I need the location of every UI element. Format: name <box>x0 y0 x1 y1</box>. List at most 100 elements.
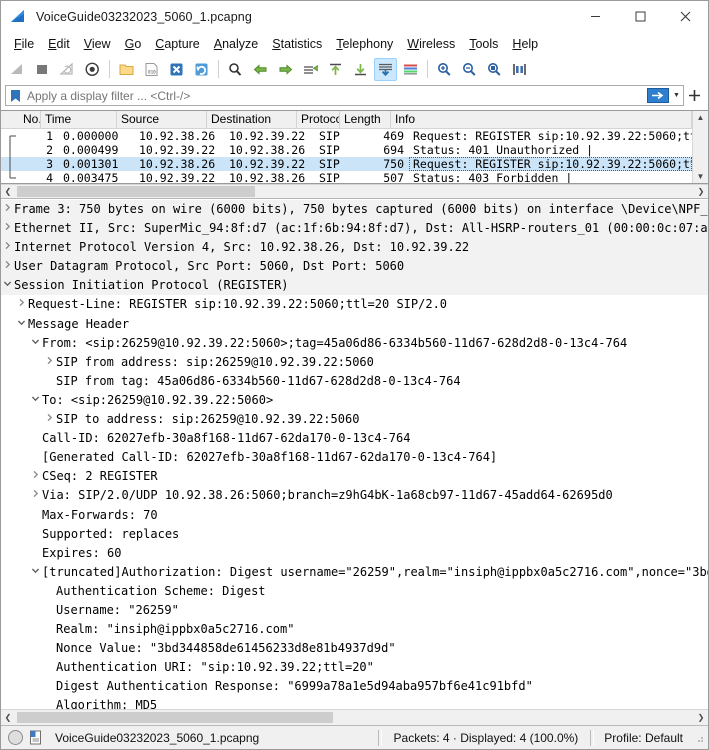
chevron-right-icon[interactable] <box>1 238 14 257</box>
detail-tree-item[interactable]: To: <sip:26259@10.92.39.22:5060> <box>1 391 708 410</box>
detail-tree-item[interactable]: Frame 3: 750 bytes on wire (6000 bits), … <box>1 200 708 220</box>
scroll-up-icon[interactable]: ▲ <box>697 111 705 124</box>
reload-file-icon[interactable] <box>190 58 213 81</box>
chevron-right-icon[interactable] <box>1 219 14 238</box>
detail-tree-item[interactable]: Supported: replaces <box>1 525 708 544</box>
menu-item-edit[interactable]: Edit <box>41 34 77 55</box>
menu-item-view[interactable]: View <box>77 34 118 55</box>
chevron-down-icon[interactable] <box>29 334 42 353</box>
chevron-right-icon[interactable] <box>43 410 56 429</box>
column-header-destination[interactable]: Destination <box>207 111 297 128</box>
details-scroll-left-icon[interactable]: ❮ <box>1 713 15 722</box>
go-to-last-packet-icon[interactable] <box>349 58 372 81</box>
chevron-right-icon[interactable] <box>29 486 42 505</box>
detail-tree-item[interactable]: Nonce Value: "3bd344858de61456233d8e81b4… <box>1 639 708 658</box>
detail-tree-item[interactable]: Message Header <box>1 315 708 334</box>
chevron-down-icon[interactable] <box>29 391 42 410</box>
detail-tree-item[interactable]: Ethernet II, Src: SuperMic_94:8f:d7 (ac:… <box>1 219 708 239</box>
column-header-source[interactable]: Source <box>117 111 207 128</box>
minimize-button[interactable] <box>573 1 618 32</box>
column-header-no[interactable]: No. <box>19 111 41 128</box>
chevron-right-icon[interactable] <box>1 257 14 276</box>
detail-tree-item[interactable]: Digest Authentication Response: "6999a78… <box>1 677 708 696</box>
resize-columns-icon[interactable] <box>508 58 531 81</box>
status-profile[interactable]: Profile: Default <box>594 731 693 745</box>
detail-tree-item[interactable]: User Datagram Protocol, Src Port: 5060, … <box>1 257 708 277</box>
detail-tree-item[interactable]: Expires: 60 <box>1 544 708 563</box>
hscroll-thumb[interactable] <box>17 186 255 197</box>
details-hscroll-thumb[interactable] <box>17 712 333 723</box>
hscroll-track[interactable] <box>15 185 694 198</box>
chevron-right-icon[interactable] <box>1 200 14 219</box>
resize-grip-icon[interactable] <box>693 732 705 744</box>
menu-item-capture[interactable]: Capture <box>148 34 206 55</box>
detail-tree-item[interactable]: [Generated Call-ID: 62027efb-30a8f168-11… <box>1 448 708 467</box>
capture-options-icon[interactable] <box>81 58 104 81</box>
capture-comment-icon[interactable] <box>29 730 43 745</box>
close-button[interactable] <box>663 1 708 32</box>
column-header-protocol[interactable]: Protocol <box>297 111 340 128</box>
apply-filter-arrow-icon[interactable] <box>645 86 670 105</box>
scroll-down-icon[interactable]: ▼ <box>697 170 705 183</box>
go-forward-icon[interactable] <box>274 58 297 81</box>
scroll-right-icon[interactable]: ❯ <box>694 187 708 196</box>
detail-tree-item[interactable]: Max-Forwards: 70 <box>1 506 708 525</box>
details-hscroll-track[interactable] <box>15 711 694 724</box>
detail-tree-item[interactable]: Authentication URI: "sip:10.92.39.22;ttl… <box>1 658 708 677</box>
table-row[interactable]: 3 0.001301 10.92.38.26 10.92.39.22 SIP 750 Req… <box>1 157 692 171</box>
detail-tree-item[interactable]: Algorithm: MD5 <box>1 696 708 709</box>
chevron-right-icon[interactable] <box>15 295 28 314</box>
table-row[interactable]: 1 0.000000 10.92.38.26 10.92.39.22 SIP 469 Req… <box>1 129 692 143</box>
detail-tree-item[interactable]: From: <sip:26259@10.92.39.22:5060>;tag=4… <box>1 334 708 353</box>
menu-item-wireless[interactable]: Wireless <box>400 34 462 55</box>
detail-tree-item[interactable]: Request-Line: REGISTER sip:10.92.39.22:5… <box>1 295 708 314</box>
start-capture-icon[interactable] <box>6 58 29 81</box>
chevron-down-icon[interactable] <box>1 276 14 295</box>
detail-tree-item[interactable]: Username: "26259" <box>1 601 708 620</box>
menu-item-help[interactable]: Help <box>505 34 545 55</box>
scroll-left-icon[interactable]: ❮ <box>1 187 15 196</box>
colorize-packets-icon[interactable] <box>399 58 422 81</box>
detail-tree-item[interactable]: Call-ID: 62027efb-30a8f168-11d67-62da170… <box>1 429 708 448</box>
go-to-packet-icon[interactable] <box>299 58 322 81</box>
menu-item-tools[interactable]: Tools <box>462 34 505 55</box>
detail-tree-item[interactable]: SIP from tag: 45a06d86-6334b560-11d67-62… <box>1 372 708 391</box>
detail-tree-item[interactable]: SIP to address: sip:26259@10.92.39.22:50… <box>1 410 708 429</box>
go-to-first-packet-icon[interactable] <box>324 58 347 81</box>
add-filter-button-icon[interactable] <box>684 85 704 106</box>
zoom-reset-icon[interactable] <box>483 58 506 81</box>
menu-item-statistics[interactable]: Statistics <box>265 34 329 55</box>
chevron-down-icon[interactable] <box>29 563 42 582</box>
chevron-down-icon[interactable]: ▼ <box>670 86 683 105</box>
open-file-icon[interactable] <box>115 58 138 81</box>
menu-item-telephony[interactable]: Telephony <box>329 34 400 55</box>
chevron-down-icon[interactable] <box>15 315 28 334</box>
details-scroll-right-icon[interactable]: ❯ <box>694 713 708 722</box>
table-row[interactable]: 2 0.000499 10.92.39.22 10.92.38.26 SIP 694 Sta… <box>1 143 692 157</box>
save-file-icon[interactable]: 010 <box>140 58 163 81</box>
packet-list-scrollbar[interactable]: ▲ ▼ <box>692 111 708 183</box>
detail-tree-item[interactable]: Session Initiation Protocol (REGISTER) <box>1 276 708 296</box>
packet-list-hscrollbar[interactable]: ❮ ❯ <box>1 184 708 199</box>
detail-tree-item[interactable]: SIP from address: sip:26259@10.92.39.22:… <box>1 353 708 372</box>
column-header-time[interactable]: Time <box>41 111 117 128</box>
detail-tree-item[interactable]: Via: SIP/2.0/UDP 10.92.38.26:5060;branch… <box>1 486 708 505</box>
close-file-icon[interactable] <box>165 58 188 81</box>
find-packet-icon[interactable] <box>224 58 247 81</box>
auto-scroll-icon[interactable] <box>374 57 397 81</box>
restart-capture-icon[interactable] <box>56 58 79 81</box>
zoom-in-icon[interactable] <box>433 58 456 81</box>
detail-tree-item[interactable]: Realm: "insiph@ippbx0a5c2716.com" <box>1 620 708 639</box>
table-row[interactable]: 4 0.003475 10.92.39.22 10.92.38.26 SIP 507 Sta… <box>1 171 692 183</box>
detail-tree-item[interactable]: [truncated]Authorization: Digest usernam… <box>1 563 708 582</box>
column-header-info[interactable]: Info <box>391 111 692 128</box>
menu-item-analyze[interactable]: Analyze <box>207 34 265 55</box>
column-header-length[interactable]: Length <box>340 111 391 128</box>
expert-info-circle-icon[interactable] <box>8 730 23 745</box>
go-back-icon[interactable] <box>249 58 272 81</box>
chevron-right-icon[interactable] <box>29 467 42 486</box>
chevron-right-icon[interactable] <box>43 353 56 372</box>
detail-tree-item[interactable]: CSeq: 2 REGISTER <box>1 467 708 486</box>
zoom-out-icon[interactable] <box>458 58 481 81</box>
maximize-button[interactable] <box>618 1 663 32</box>
